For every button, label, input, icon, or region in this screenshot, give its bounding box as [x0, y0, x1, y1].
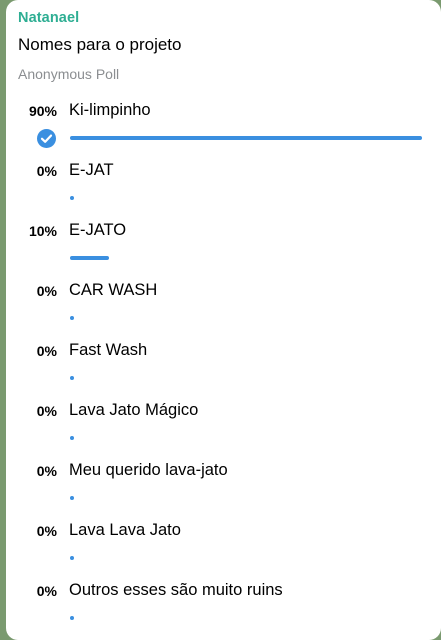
poll-option-result-bar [70, 436, 74, 440]
checkmark-icon [37, 129, 56, 148]
poll-option[interactable]: 0% Meu querido lava-jato [6, 461, 441, 513]
poll-question: Nomes para o projeto [18, 35, 182, 54]
poll-option-percent: 10% [28, 223, 57, 239]
poll-option-label: E-JATO [69, 221, 127, 239]
sender-name[interactable]: Natanael [18, 10, 79, 26]
poll-option-result-bar [70, 256, 109, 260]
poll-option-percent: 0% [36, 583, 57, 599]
poll-option-label: Ki-limpinho [69, 101, 151, 119]
poll-option-percent: 0% [36, 283, 57, 299]
poll-option[interactable]: 0% Outros esses são muito ruins [6, 581, 441, 633]
poll-option[interactable]: 0% Lava Jato Mágico [6, 401, 441, 453]
poll-option-label: Meu querido lava-jato [69, 461, 228, 479]
poll-option[interactable]: 0% Fast Wash [6, 341, 441, 393]
poll-option[interactable]: 0% CAR WASH [6, 281, 441, 333]
poll-option[interactable]: 10% E-JATO [6, 221, 441, 273]
poll-option-label: E-JAT [69, 161, 114, 179]
poll-option-result-bar [70, 196, 74, 200]
poll-option-percent: 90% [28, 103, 57, 119]
poll-option[interactable]: 0% Lava Lava Jato [6, 521, 441, 573]
poll-option-label: CAR WASH [69, 281, 158, 299]
poll-option-percent: 0% [36, 163, 57, 179]
poll-option-result-bar [70, 556, 74, 560]
poll-type-label: Anonymous Poll [18, 66, 120, 82]
poll-option-result-bar [70, 316, 74, 320]
poll-option-result-bar [70, 496, 74, 500]
poll-option-percent: 0% [36, 523, 57, 539]
poll-option[interactable]: 90% Ki-limpinho [6, 101, 441, 153]
poll-option-label: Lava Jato Mágico [69, 401, 199, 419]
poll-message-bubble: Natanael Nomes para o projeto Anonymous … [6, 0, 441, 640]
poll-option-result-bar [70, 616, 74, 620]
poll-option-result-bar [70, 136, 422, 140]
poll-option-percent: 0% [36, 343, 57, 359]
poll-option-label: Outros esses são muito ruins [69, 581, 283, 599]
poll-option-label: Fast Wash [69, 341, 148, 359]
poll-option-label: Lava Lava Jato [69, 521, 181, 539]
poll-option-percent: 0% [36, 403, 57, 419]
poll-option[interactable]: 0% E-JAT [6, 161, 441, 213]
poll-option-percent: 0% [36, 463, 57, 479]
poll-option-result-bar [70, 376, 74, 380]
